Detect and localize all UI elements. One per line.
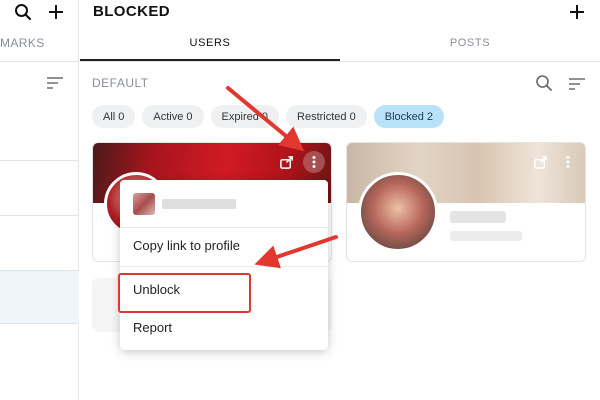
chip-active[interactable]: Active 0: [142, 105, 204, 128]
tab-posts[interactable]: POSTS: [340, 37, 600, 49]
tabs-divider: [80, 61, 600, 62]
list-divider: [0, 160, 79, 161]
left-sidebar: MARKS: [0, 0, 79, 400]
card-context-menu: Copy link to profile Unblock Report: [120, 180, 328, 350]
chip-expired[interactable]: Expired 0: [210, 105, 280, 128]
blurred-handle: [450, 231, 522, 241]
search-icon[interactable]: [12, 1, 34, 23]
share-icon[interactable]: [275, 151, 297, 173]
share-icon[interactable]: [529, 151, 551, 173]
list-divider: [0, 215, 79, 216]
tab-bookmarks[interactable]: MARKS: [0, 36, 45, 50]
chip-restricted[interactable]: Restricted 0: [286, 105, 367, 128]
list-item-selected[interactable]: [0, 270, 79, 324]
blurred-username: [162, 199, 236, 209]
chip-blocked[interactable]: Blocked 2: [373, 105, 445, 128]
chip-all[interactable]: All 0: [92, 105, 136, 128]
section-label: DEFAULT: [92, 76, 149, 90]
blurred-username: [450, 211, 506, 223]
avatar[interactable]: [358, 172, 438, 252]
filter-chips: All 0 Active 0 Expired 0 Restricted 0 Bl…: [92, 105, 445, 128]
add-icon[interactable]: [566, 1, 588, 23]
highlight-box: [118, 273, 251, 313]
menu-divider: [120, 266, 328, 267]
search-icon[interactable]: [533, 72, 555, 94]
more-vertical-icon[interactable]: [303, 151, 325, 173]
menu-user-header[interactable]: [120, 180, 328, 228]
menu-item-copy-link[interactable]: Copy link to profile: [120, 238, 328, 253]
sort-icon[interactable]: [566, 73, 588, 95]
avatar: [133, 193, 155, 215]
divider: [0, 61, 79, 62]
page-title: BLOCKED: [93, 3, 170, 20]
sort-icon[interactable]: [44, 72, 66, 94]
tab-users[interactable]: USERS: [80, 37, 340, 49]
plus-icon[interactable]: [45, 1, 67, 23]
menu-item-report[interactable]: Report: [120, 320, 328, 335]
active-tab-indicator: [80, 59, 340, 61]
more-vertical-icon[interactable]: [557, 151, 579, 173]
